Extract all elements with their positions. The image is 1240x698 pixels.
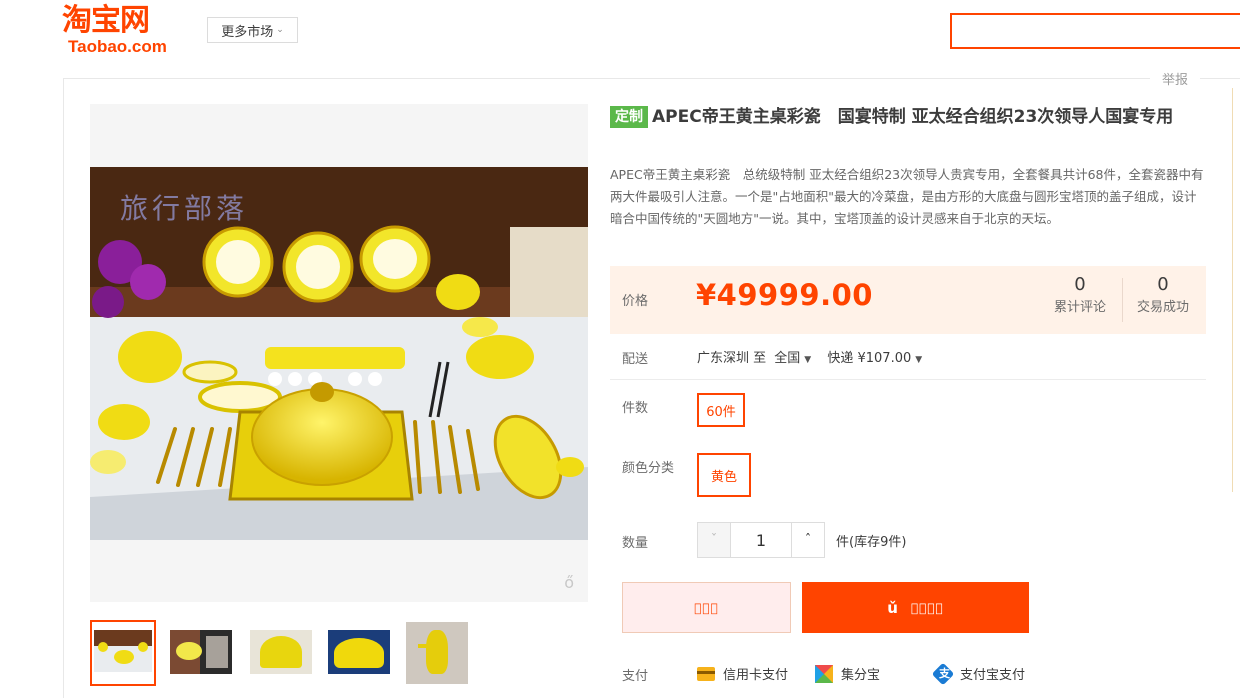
product-title: 定制 APEC帝王黄主桌彩瓷 国宴特制 亚太经合组织23次领导人国宴专用 (610, 104, 1210, 131)
product-description: APEC帝王黄主桌彩瓷 总统级特制 亚太经合组织23次领导人贵宾专用，全套餐具共… (610, 167, 1204, 226)
color-option-label: 颜色分类 (622, 461, 675, 476)
payment-method-label: 支付宝支付 (960, 668, 1026, 683)
stock-info: 件(库存9件) (836, 535, 907, 550)
count-option-value: 60件 (706, 404, 736, 420)
custom-tag: 定制 (610, 106, 648, 128)
payment-label: 支付 (622, 669, 649, 684)
credit-card-icon (697, 665, 715, 683)
thumbnail-5[interactable] (406, 620, 472, 686)
thumbnail-2[interactable] (170, 620, 236, 686)
count-option-60[interactable]: 60件 (697, 393, 745, 427)
reviews-count: 0 (1074, 274, 1086, 295)
side-panel-edge (1232, 88, 1240, 492)
jifenbao-icon (815, 664, 833, 683)
more-markets-dropdown[interactable]: 更多市场 ⌄ (207, 17, 298, 43)
color-option-value: 黄色 (710, 469, 737, 485)
reviews-stat[interactable]: 0 累计评论 (1043, 274, 1117, 320)
payment-alipay[interactable]: 支 支付宝支付 (931, 662, 1026, 685)
thumbnail-4[interactable] (328, 620, 394, 686)
shipping-from: 广东深圳 至 (697, 351, 767, 366)
caret-down-icon: ▼ (804, 355, 812, 365)
section-divider (610, 379, 1206, 380)
shipping-info: 广东深圳 至 全国 ▼ 快递 ¥107.00 ▼ (697, 347, 922, 366)
quantity-stepper: ˇ 1 ˆ (697, 522, 825, 558)
color-option-yellow[interactable]: 黄色 (697, 453, 751, 497)
price-value: ¥49999.00 (696, 278, 873, 312)
count-option-label: 件数 (622, 401, 649, 416)
buy-now-label:  (694, 601, 719, 615)
main-product-image[interactable]: 旅行部落 ő (90, 104, 588, 602)
decrease-button[interactable]: ˇ (697, 522, 731, 558)
product-title-text: APEC帝王黄主桌彩瓷 国宴特制 亚太经合组织23次领导人国宴专用 (652, 107, 1174, 127)
chevron-down-icon: ⌄ (276, 25, 284, 35)
stat-divider (1122, 278, 1123, 322)
add-to-cart-label:  (911, 601, 944, 615)
quantity-label: 数量 (622, 536, 649, 551)
more-markets-label: 更多市场 (221, 24, 274, 40)
thumbnail-1[interactable] (90, 620, 156, 686)
payment-jifenbao[interactable]: 集分宝 (815, 664, 880, 683)
payment-method-label: 信用卡支付 (723, 668, 789, 683)
logo-text-en: Taobao.com (68, 37, 167, 56)
quantity-input[interactable]: 1 (731, 522, 791, 558)
photo-watermark: 旅行部落 (120, 192, 249, 225)
sales-label: 交易成功 (1136, 300, 1189, 315)
shipping-destination-select[interactable]: 全国 ▼ (774, 351, 811, 366)
shipping-label: 配送 (622, 352, 649, 367)
sales-stat: 0 交易成功 (1126, 274, 1200, 320)
add-to-cart-button[interactable]: ǔ  (802, 582, 1029, 633)
payment-method-label: 集分宝 (841, 668, 881, 683)
thumbnail-3[interactable] (250, 620, 316, 686)
shipping-method-select[interactable]: 快递 ¥107.00 ▼ (827, 351, 922, 366)
logo-text-cn: 淘宝网 (62, 3, 150, 38)
payment-credit-card[interactable]: 信用卡支付 (697, 664, 788, 683)
product-photo: 旅行部落 (90, 167, 588, 540)
increase-button[interactable]: ˆ (791, 522, 825, 558)
cart-icon: ǔ (887, 598, 899, 617)
taobao-logo[interactable]: 淘宝网 Taobao.com (62, 4, 186, 56)
price-panel: 价格 ¥49999.00 0 累计评论 0 交易成功 (610, 266, 1206, 334)
search-input[interactable] (950, 13, 1240, 49)
zoom-icon[interactable]: ő (564, 573, 574, 592)
sales-count: 0 (1157, 274, 1169, 295)
shipping-destination: 全国 (774, 351, 801, 366)
price-label: 价格 (622, 294, 649, 309)
reviews-label: 累计评论 (1053, 300, 1106, 315)
alipay-icon: 支 (931, 662, 955, 685)
caret-down-icon: ▼ (915, 355, 923, 365)
shipping-method: 快递 ¥107.00 (827, 351, 912, 366)
buy-now-button[interactable]:  (622, 582, 791, 633)
report-link[interactable]: 举报 (1150, 72, 1201, 90)
